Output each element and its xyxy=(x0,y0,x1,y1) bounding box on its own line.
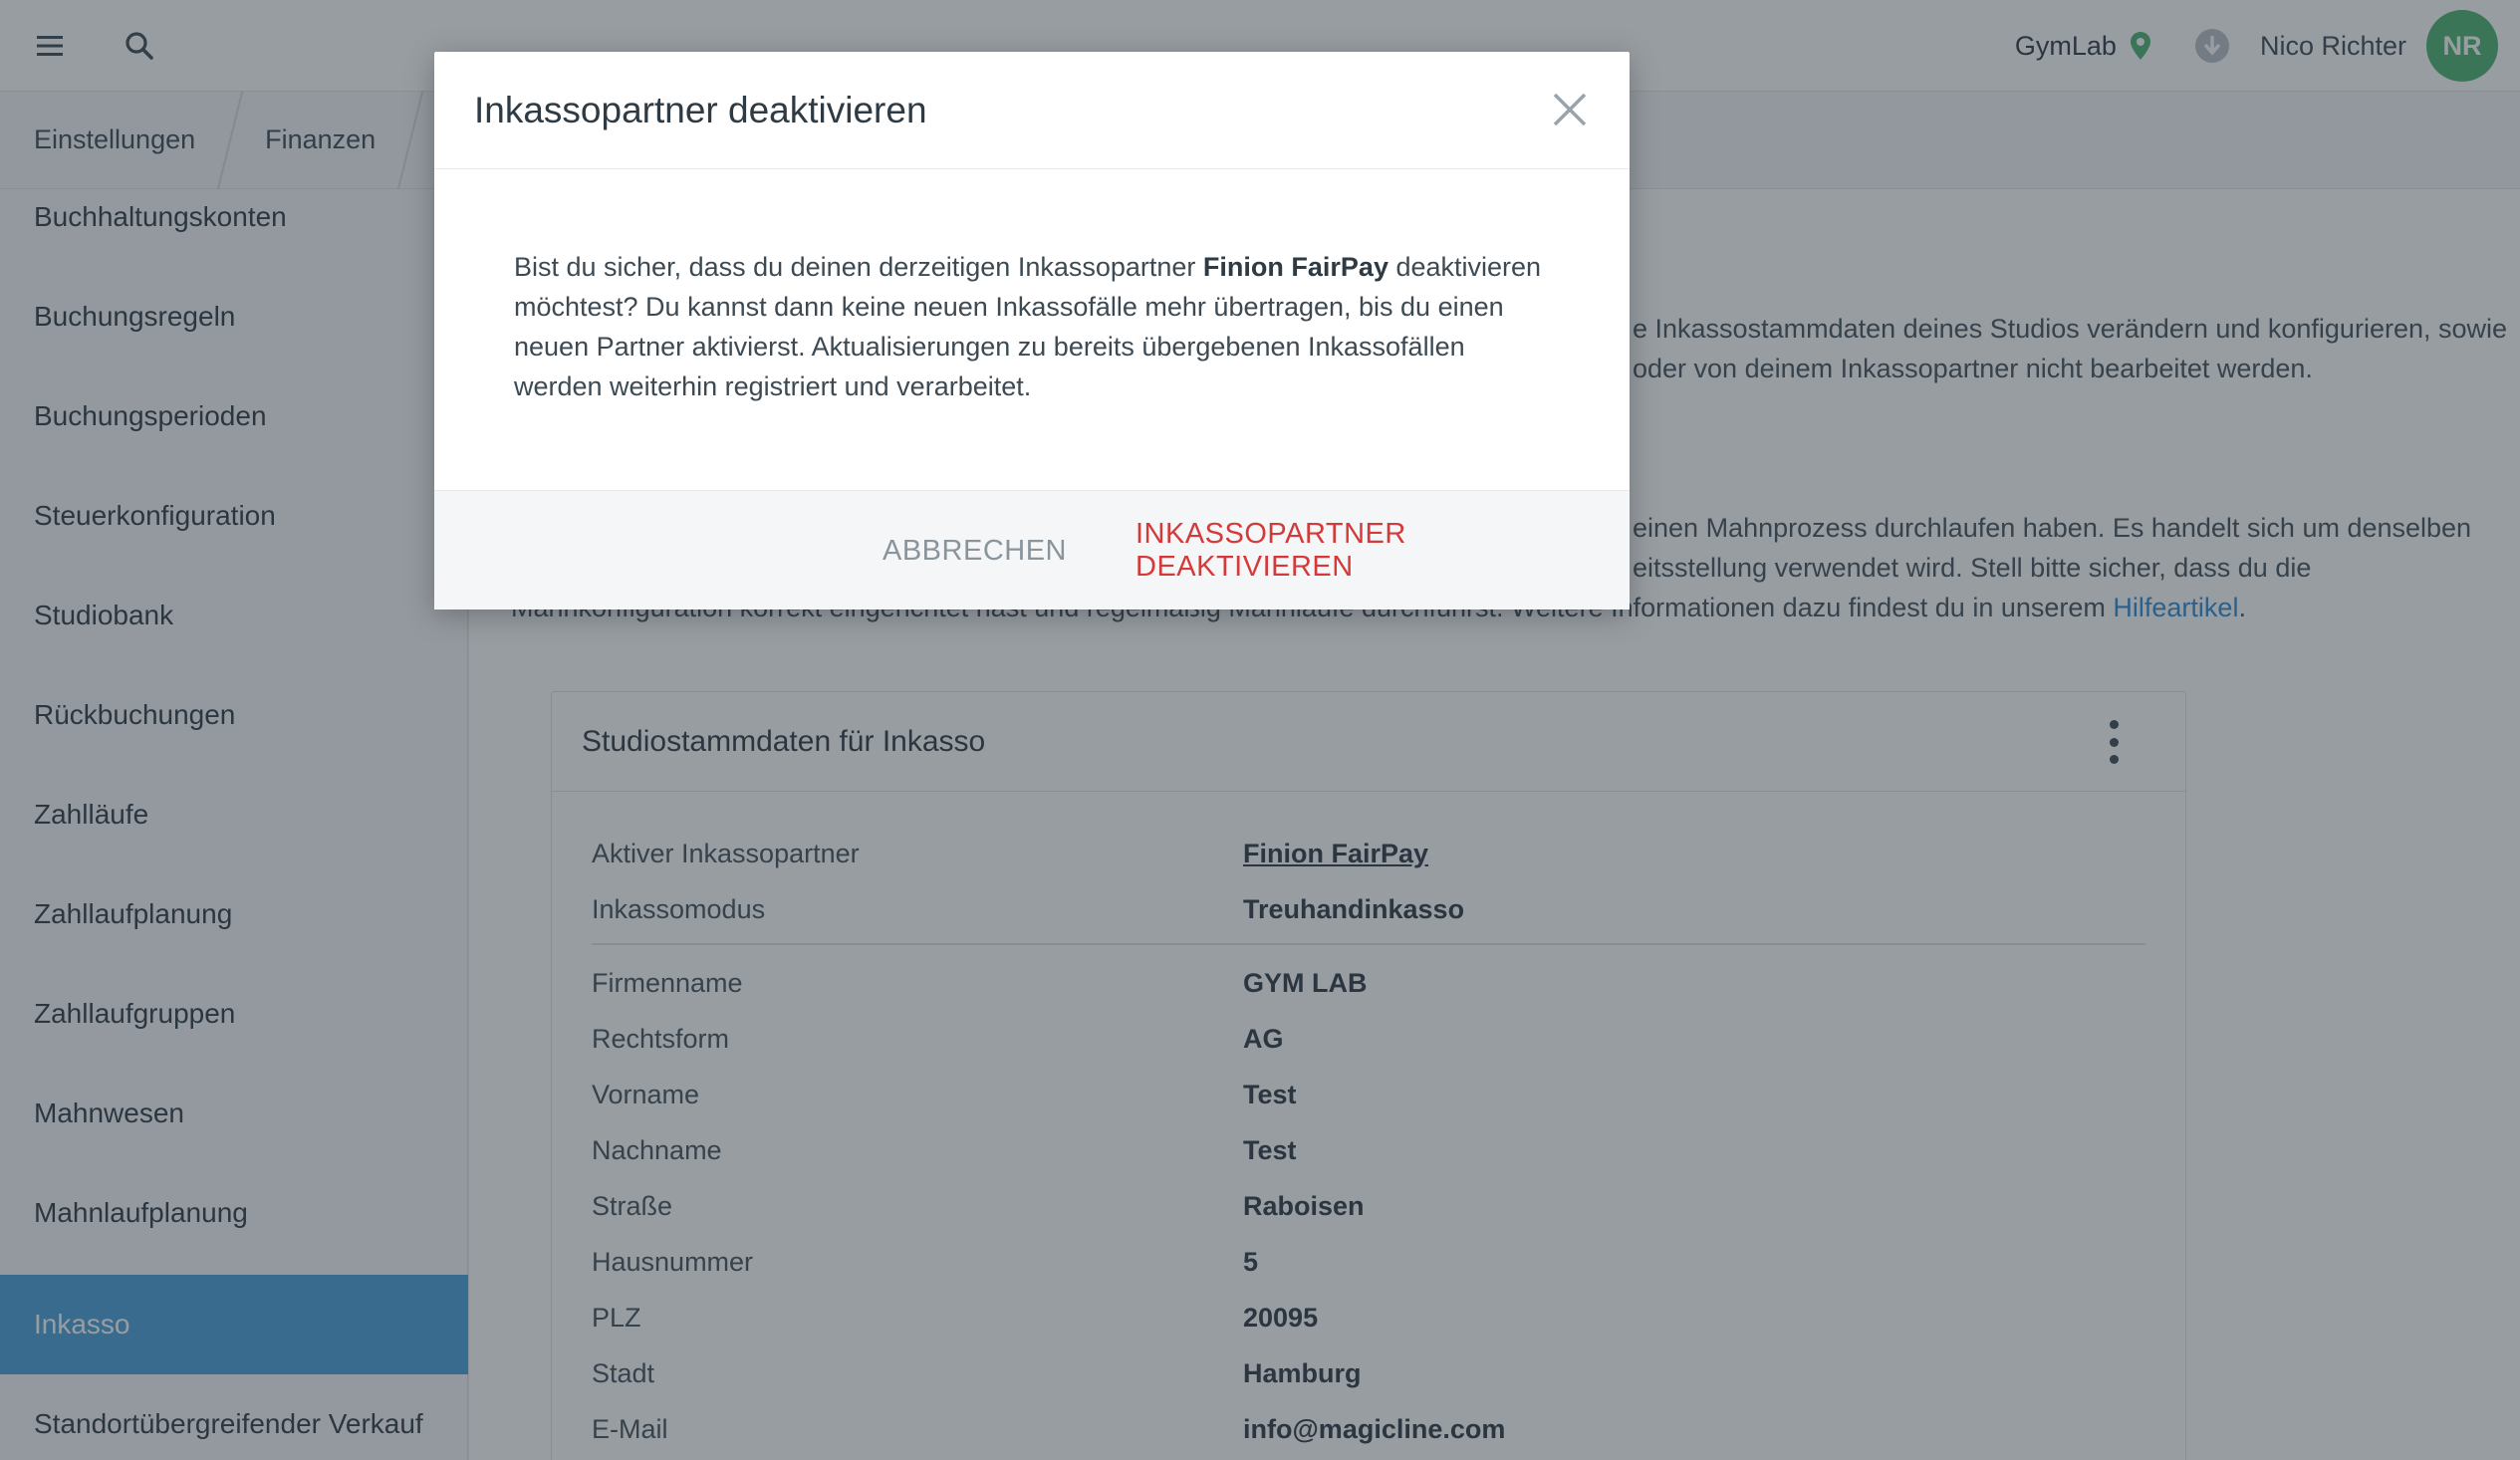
deactivate-partner-dialog: Inkassopartner deaktivieren Bist du sich… xyxy=(434,52,1630,609)
dialog-message-start: Bist du sicher, dass du deinen derzeitig… xyxy=(514,252,1203,282)
close-icon[interactable] xyxy=(1550,90,1590,129)
dialog-title: Inkassopartner deaktivieren xyxy=(474,89,927,130)
deactivate-partner-button[interactable]: INKASSOPARTNER DEAKTIVIEREN xyxy=(1135,491,1630,610)
dialog-message: Bist du sicher, dass du deinen derzeitig… xyxy=(514,247,1560,406)
dialog-header: Inkassopartner deaktivieren xyxy=(434,52,1630,169)
dialog-footer: ABBRECHEN INKASSOPARTNER DEAKTIVIEREN xyxy=(434,490,1630,609)
dialog-partner-name: Finion FairPay xyxy=(1202,252,1388,282)
cancel-button[interactable]: ABBRECHEN xyxy=(882,491,1067,610)
